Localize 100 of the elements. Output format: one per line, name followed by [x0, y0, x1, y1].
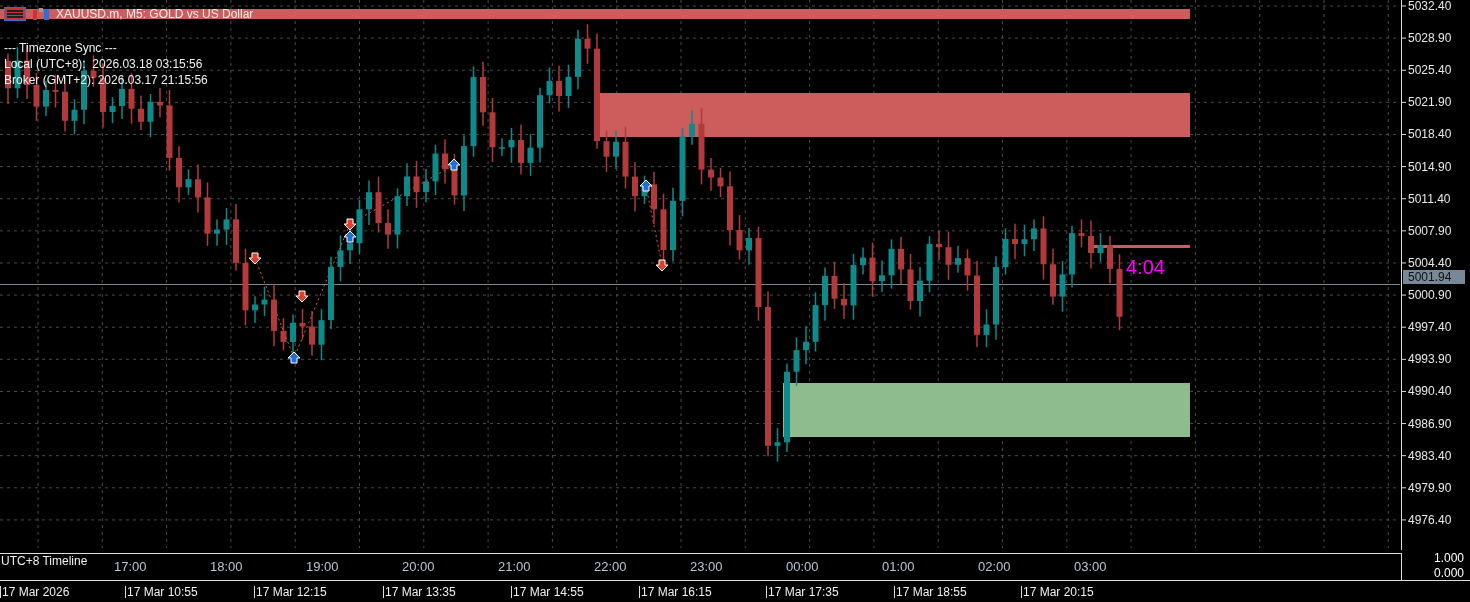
chart-icon[interactable] [32, 7, 50, 21]
candlestick [651, 171, 657, 226]
price-label: 4997.40 [1408, 320, 1452, 335]
candlestick [214, 218, 220, 247]
candlestick [955, 244, 961, 274]
candlestick [347, 227, 353, 265]
countdown-text: 4:04 [1126, 257, 1165, 277]
candlestick [413, 160, 420, 209]
up-arrow-icon [639, 179, 653, 192]
candlestick [252, 295, 258, 324]
hour-label: 20:00 [402, 560, 435, 573]
price-label: 5011.40 [1408, 191, 1451, 206]
scale-label: 0.000 [1434, 567, 1465, 579]
price-label: 5014.90 [1408, 159, 1452, 174]
price-label: 5004.40 [1408, 255, 1452, 270]
hour-label: 19:00 [306, 560, 339, 573]
candlestick [195, 163, 201, 214]
candlestick [613, 130, 619, 170]
price-label: 5025.40 [1408, 63, 1452, 78]
time-label: 17 Mar 13:35 [383, 586, 456, 598]
candlestick [774, 427, 781, 463]
candlestick [1002, 227, 1009, 276]
candlestick [812, 291, 819, 353]
candlestick [185, 168, 192, 196]
candlestick [708, 157, 714, 192]
candlestick [1088, 219, 1094, 270]
price-label: 4986.90 [1408, 416, 1452, 431]
candlestick [945, 230, 952, 281]
candlestick [1097, 232, 1104, 263]
candlestick [907, 253, 914, 311]
time-label: 17 Mar 17:35 [766, 586, 839, 598]
up-arrow-icon [287, 351, 301, 364]
hour-label: 00:00 [786, 560, 819, 573]
hour-label: 21:00 [498, 560, 531, 573]
candlestick [404, 162, 410, 207]
candlestick [565, 64, 572, 109]
candlestick [280, 317, 287, 352]
candlestick [261, 286, 268, 317]
candlestick [746, 227, 752, 266]
candlestick [831, 261, 838, 310]
candlestick [385, 208, 391, 250]
price-label: 5021.90 [1408, 95, 1452, 110]
candlestick [480, 61, 486, 127]
hour-label: 03:00 [1074, 560, 1107, 573]
current-price-label: 5001.94 [1403, 270, 1465, 284]
candlestick [223, 207, 230, 246]
down-arrow-icon [295, 290, 309, 303]
candlestick [632, 161, 638, 213]
up-arrow-icon [343, 230, 357, 243]
candlestick [356, 198, 363, 255]
candlestick [603, 130, 610, 173]
down-arrow-icon [655, 259, 669, 272]
candlestick [337, 234, 344, 283]
candlestick [1012, 223, 1018, 260]
hour-label: 01:00 [882, 560, 915, 573]
candlestick [850, 253, 857, 321]
time-label: 17 Mar 18:55 [894, 586, 967, 598]
candlestick [1107, 235, 1113, 285]
candlestick [147, 93, 154, 138]
candlestick [556, 64, 562, 113]
hour-label: 18:00 [210, 560, 243, 573]
candlestick [936, 229, 942, 261]
candlestick [822, 266, 828, 322]
candlestick [717, 167, 724, 198]
candlestick [518, 123, 524, 175]
candlestick [366, 179, 372, 226]
time-label: 17 Mar 16:15 [639, 586, 712, 598]
candlestick [736, 214, 743, 261]
hour-label: 22:00 [594, 560, 627, 573]
time-label: 17 Mar 10:55 [125, 586, 198, 598]
candlestick [233, 203, 239, 272]
candlestick [1040, 215, 1047, 281]
time-label: 17 Mar 14:55 [511, 586, 584, 598]
candlestick [983, 308, 990, 349]
candlestick [489, 97, 496, 163]
candlestick [841, 282, 847, 320]
menu-icon[interactable] [4, 7, 26, 21]
up-arrow-icon [447, 158, 461, 171]
candlestick [71, 98, 78, 136]
candlestick [1059, 260, 1066, 313]
candlestick [109, 96, 116, 124]
candlestick [375, 176, 382, 234]
candlestick [176, 145, 182, 204]
time-label: 17 Mar 2026 [0, 586, 70, 598]
candlestick [1031, 218, 1037, 252]
candlestick [917, 266, 923, 318]
price-label: 4990.40 [1408, 384, 1452, 399]
candlestick [546, 66, 553, 104]
candlestick [964, 248, 971, 292]
candlestick [888, 238, 895, 290]
candlestick [508, 127, 515, 164]
price-label: 5007.90 [1408, 223, 1452, 238]
window-title: XAUUSD.m, M5: GOLD vs US Dollar [56, 8, 254, 20]
price-label: 5000.90 [1408, 288, 1452, 303]
candlestick [157, 87, 163, 118]
candlestick [1078, 218, 1085, 248]
candlestick [271, 283, 277, 348]
price-label: 4979.90 [1408, 480, 1452, 495]
info-text: --- Timezone Sync --- [4, 40, 118, 56]
hour-label: 02:00 [978, 560, 1011, 573]
